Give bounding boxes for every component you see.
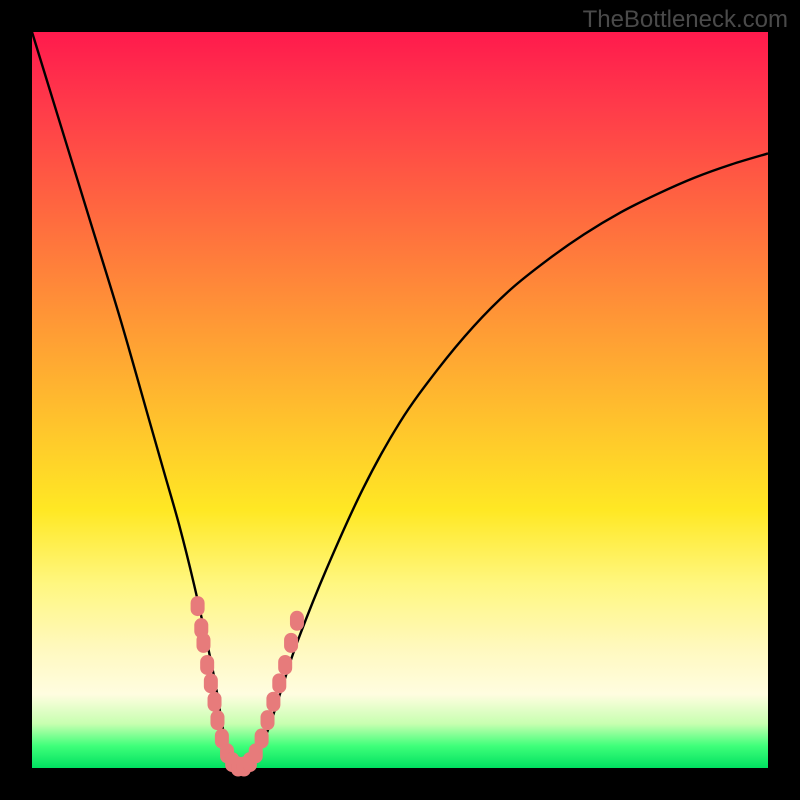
- marker-point: [278, 655, 292, 675]
- bottleneck-curve: [32, 32, 768, 769]
- marker-point: [261, 710, 275, 730]
- marker-point: [266, 692, 280, 712]
- chart-frame: TheBottleneck.com: [0, 0, 800, 800]
- plot-area: [32, 32, 768, 768]
- marker-point: [255, 729, 269, 749]
- marker-point: [284, 633, 298, 653]
- marker-point: [196, 633, 210, 653]
- marker-point: [210, 710, 224, 730]
- marker-point: [272, 673, 286, 693]
- marker-point: [191, 596, 205, 616]
- marker-point: [204, 673, 218, 693]
- marker-point: [200, 655, 214, 675]
- watermark-text: TheBottleneck.com: [583, 6, 788, 34]
- marker-group: [191, 596, 304, 776]
- curve-svg: [32, 32, 768, 768]
- marker-point: [208, 692, 222, 712]
- marker-point: [290, 611, 304, 631]
